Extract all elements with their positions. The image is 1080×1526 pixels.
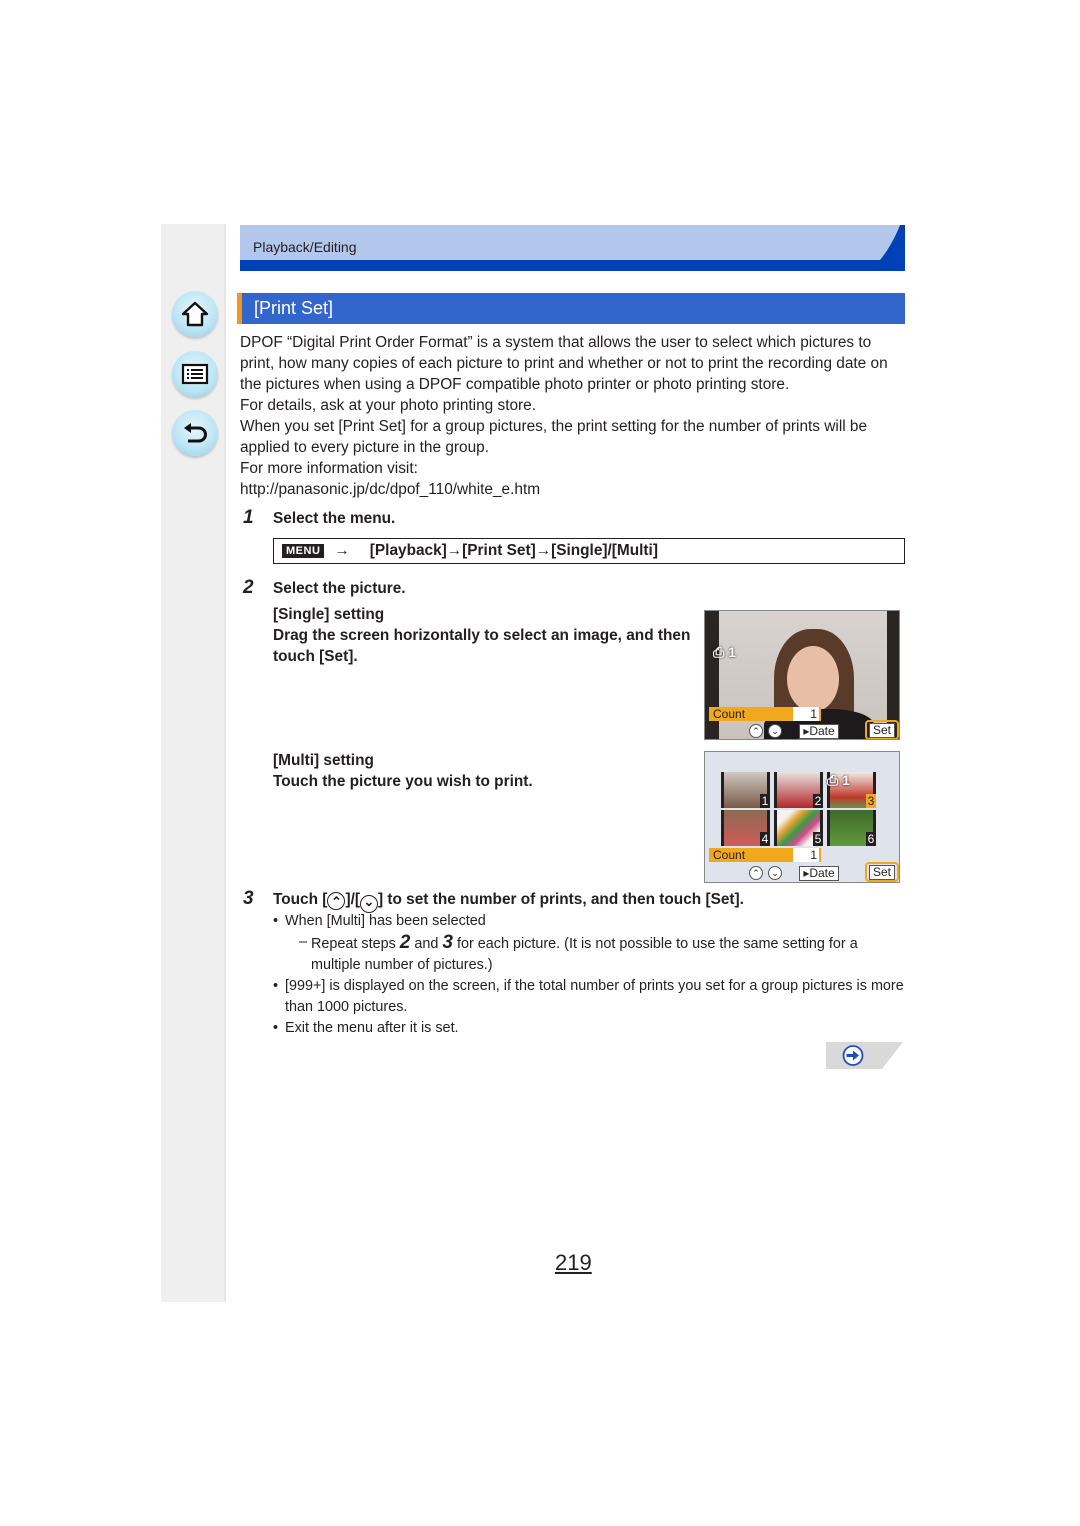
intro-paragraph: DPOF “Digital Print Order Format” is a s… [240, 334, 888, 393]
count-value: 1 [793, 707, 819, 721]
note-item: When [Multi] has been selected [273, 911, 905, 932]
arrow-icon: → [334, 542, 350, 559]
step-title: Touch [⌃]/[⌄] to set the number of print… [273, 891, 744, 913]
next-page-arrow-icon [842, 1045, 864, 1066]
control-row: ⌃ ⌄ ▸Date Set [705, 720, 899, 739]
menu-list-icon [181, 363, 209, 385]
menu-path: [Playback]→[Print Set]→[Single]/[Multi] [369, 542, 658, 559]
dpof-url-link[interactable]: http://panasonic.jp/dc/dpof_110/white_e.… [240, 479, 908, 500]
intro-paragraph: For more information visit: [240, 460, 418, 477]
thumbnail[interactable]: 2 [774, 772, 823, 808]
menu-path-box: MENU → [Playback]→[Print Set]→[Single]/[… [273, 538, 905, 564]
menu-button[interactable] [172, 351, 218, 397]
single-setting-instruction: Drag the screen horizontally to select a… [273, 627, 691, 665]
step-title: Select the menu. [273, 510, 396, 527]
step-title-text: ] to set the number of prints, and then … [377, 891, 744, 908]
date-button[interactable]: ▸Date [799, 724, 839, 739]
intro-paragraph: For details, ask at your photo printing … [240, 397, 536, 414]
count-bar: Count 1 [709, 707, 821, 721]
note-item: Exit the menu after it is set. [273, 1018, 905, 1039]
thumbnail-number: 6 [866, 832, 876, 846]
next-page-button[interactable] [826, 1042, 903, 1069]
section-label: Playback/Editing [253, 239, 357, 255]
single-setting-heading: [Single] setting [273, 606, 385, 623]
page-title: [Print Set] [254, 298, 334, 318]
control-row: ⌃ ⌄ ▸Date Set [705, 862, 899, 882]
step-number: 3 [243, 888, 254, 909]
print-count-icon: ⎙ 1 [713, 644, 736, 660]
step-title-text: ]/[ [345, 891, 360, 908]
count-value: 1 [793, 848, 819, 862]
date-button[interactable]: ▸Date [799, 866, 839, 881]
set-button[interactable]: Set [865, 862, 899, 882]
count-down-button[interactable]: ⌄ [768, 724, 782, 738]
multi-setting-heading: [Multi] setting [273, 752, 374, 769]
count-down-button[interactable]: ⌄ [768, 866, 782, 880]
page-number: 219 [555, 1250, 592, 1275]
dash-mark: – [299, 934, 308, 950]
step-title: Select the picture. [273, 580, 406, 597]
thumbnail-number: 5 [813, 832, 823, 846]
section-header: Playback/Editing [240, 225, 905, 260]
single-setting-screen: ⎙ 1 Count 1 ⌃ ⌄ ▸Date Set [704, 610, 900, 740]
set-label: Set [868, 864, 895, 880]
up-arrow-icon: ⌃ [327, 892, 346, 910]
count-label: Count [713, 848, 746, 862]
thumbnail-number: 2 [813, 794, 823, 808]
photo-face [787, 646, 839, 712]
step-title-text: Touch [ [273, 891, 328, 908]
notes-list: When [Multi] has been selected –Repeat s… [273, 911, 905, 1039]
thumbnail[interactable]: 1 [721, 772, 770, 808]
intro-paragraph: When you set [Print Set] for a group pic… [240, 418, 868, 456]
step-number: 1 [243, 507, 254, 528]
multi-setting-instruction: Touch the picture you wish to print. [273, 773, 533, 790]
thumbnail[interactable]: 6 [827, 810, 876, 846]
page-title-bar: [Print Set] [237, 293, 905, 324]
home-icon [181, 301, 209, 327]
count-up-button[interactable]: ⌃ [749, 866, 763, 880]
multi-setting-screen: 1 2 3 4 5 6 ⎙ 1 Count 1 ⌃ ⌄ ▸Date Set [704, 751, 900, 883]
header-corner-decoration [862, 225, 905, 260]
intro-text: DPOF “Digital Print Order Format” is a s… [240, 332, 908, 500]
back-arrow-icon [184, 423, 207, 443]
thumbnail[interactable]: 5 [774, 810, 823, 846]
home-button[interactable] [172, 291, 218, 337]
note-item: [999+] is displayed on the screen, if th… [273, 976, 905, 1018]
count-up-button[interactable]: ⌃ [749, 724, 763, 738]
back-button[interactable] [172, 410, 218, 456]
thumbnail-number: 1 [760, 794, 770, 808]
count-bar: Count 1 [709, 848, 821, 862]
step-reference: 2 [399, 932, 411, 953]
note-subitem: – Repeat steps 2 and 3 for each picture. … [273, 932, 905, 976]
step-number: 2 [243, 577, 254, 598]
header-rule [240, 260, 905, 271]
menu-button-icon: MENU [282, 544, 325, 558]
count-label: Count [713, 707, 746, 721]
set-label: Set [868, 722, 895, 738]
set-button[interactable]: Set [865, 720, 899, 739]
thumbnail-number: 4 [760, 832, 770, 846]
note-text: Repeat steps [311, 936, 400, 952]
thumbnail-number: 3 [866, 794, 876, 808]
thumbnail[interactable]: 4 [721, 810, 770, 846]
step-reference: 3 [442, 932, 453, 953]
print-count-icon: ⎙ 1 [827, 772, 850, 788]
note-text: and [410, 936, 443, 952]
